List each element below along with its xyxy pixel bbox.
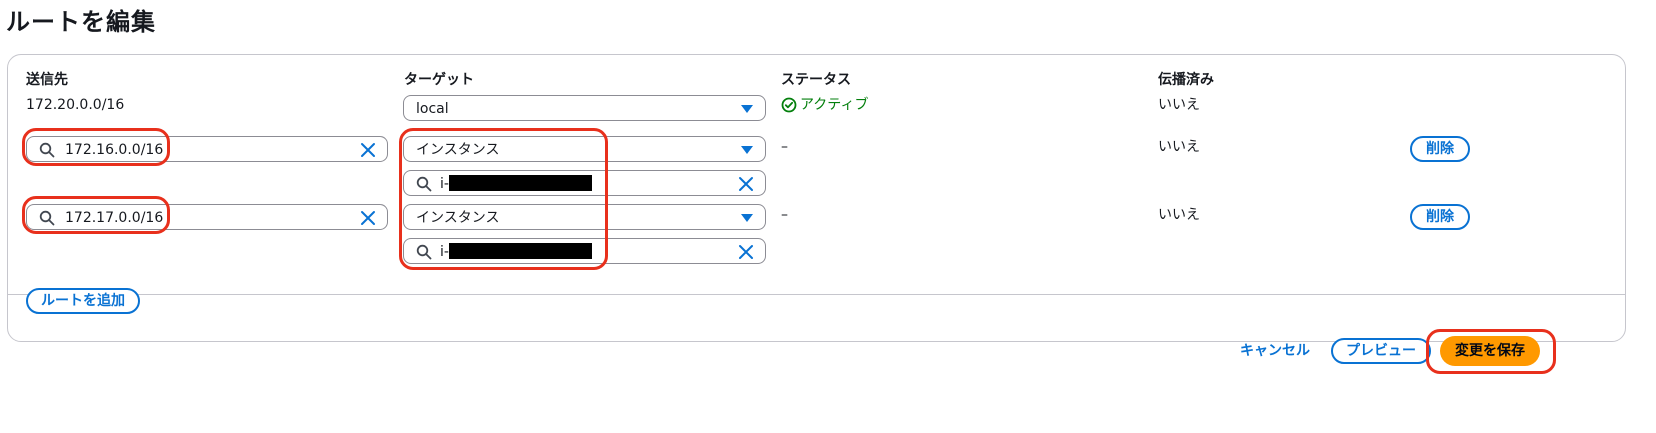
cancel-button[interactable]: キャンセル	[1240, 341, 1310, 361]
caret-down-icon	[741, 105, 753, 113]
row-3-destination-input[interactable]: 172.17.0.0/16	[26, 204, 388, 230]
column-header-target: ターゲット	[404, 72, 474, 88]
column-header-destination: 送信先	[26, 72, 68, 88]
search-icon	[39, 210, 55, 226]
row-3-remove-button[interactable]: 削除	[1410, 204, 1470, 230]
row-2-destination-input[interactable]: 172.16.0.0/16	[26, 136, 388, 162]
search-icon	[416, 176, 432, 192]
row-1-destination: 172.20.0.0/16	[26, 97, 125, 113]
row-2-instance-prefix: i-	[440, 176, 449, 192]
row-2-target-value: インスタンス	[416, 142, 500, 158]
row-1-target-value: local	[416, 101, 449, 117]
row-2-remove-button[interactable]: 削除	[1410, 136, 1470, 162]
row-1-propagated: いいえ	[1158, 97, 1200, 113]
page-title: ルートを編集	[6, 8, 156, 36]
edit-routes-page: ルートを編集 送信先 ターゲット ステータス 伝播済み 172.20.0.0/1…	[0, 0, 1656, 433]
row-3-status: –	[781, 207, 788, 223]
column-header-propagated: 伝播済み	[1158, 72, 1214, 88]
panel-footer-divider	[7, 294, 1625, 295]
close-icon[interactable]	[737, 175, 755, 193]
row-2-status: –	[781, 139, 788, 155]
row-3-target-value: インスタンス	[416, 210, 500, 226]
caret-down-icon	[741, 146, 753, 154]
row-2-instance-input[interactable]: i-	[403, 170, 766, 196]
caret-down-icon	[741, 214, 753, 222]
column-header-status: ステータス	[781, 72, 851, 88]
close-icon[interactable]	[737, 243, 755, 261]
search-icon	[39, 142, 55, 158]
row-2-destination-value: 172.16.0.0/16	[65, 142, 164, 158]
row-3-instance-input[interactable]: i-	[403, 238, 766, 264]
preview-button[interactable]: プレビュー	[1331, 338, 1431, 364]
row-1-status: アクティブ	[800, 97, 869, 113]
redacted-instance-id	[449, 175, 592, 191]
search-icon	[416, 244, 432, 260]
close-icon[interactable]	[359, 141, 377, 159]
row-1-target-select[interactable]: local	[403, 95, 766, 121]
row-2-propagated: いいえ	[1158, 139, 1200, 155]
close-icon[interactable]	[359, 209, 377, 227]
add-route-button[interactable]: ルートを追加	[26, 288, 140, 314]
row-3-destination-value: 172.17.0.0/16	[65, 210, 164, 226]
check-circle-icon	[781, 97, 797, 113]
row-3-instance-prefix: i-	[440, 244, 449, 260]
save-changes-button[interactable]: 変更を保存	[1440, 336, 1540, 366]
row-3-propagated: いいえ	[1158, 207, 1200, 223]
row-2-target-select[interactable]: インスタンス	[403, 136, 766, 162]
row-3-target-select[interactable]: インスタンス	[403, 204, 766, 230]
redacted-instance-id	[449, 243, 592, 259]
